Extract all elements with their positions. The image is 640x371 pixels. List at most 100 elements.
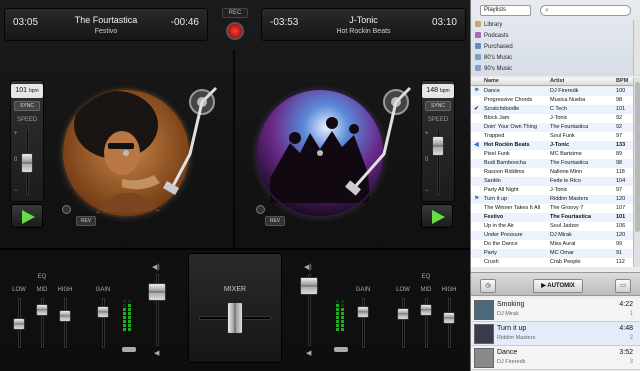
track-bpm: 98	[616, 160, 623, 166]
right-eq-mid-knob[interactable]	[420, 304, 432, 316]
right-volume-fader[interactable]	[300, 277, 318, 295]
deck-left-pitch-fader[interactable]	[21, 153, 33, 173]
track-row[interactable]: Trapped Soul Funk 97	[471, 132, 633, 141]
track-row[interactable]: Up in the Air Soul Jadzer 106	[471, 222, 633, 231]
right-volume-icon: ◀)	[304, 264, 312, 271]
track-table-header: Name Artist BPM	[471, 78, 633, 86]
right-vu-meter-b	[341, 300, 344, 332]
track-row[interactable]: Santilo Fede le Rico 104	[471, 177, 633, 186]
deck-left-cue-button[interactable]	[62, 205, 71, 214]
search-input[interactable]: ⌕	[540, 5, 631, 16]
deck-right-tonearm[interactable]	[344, 84, 424, 204]
left-eq-mid-label: MID	[36, 287, 48, 293]
track-row[interactable]: Under Pressure DJ Mirak 120	[471, 231, 633, 240]
clock-button[interactable]: ◷	[480, 279, 496, 293]
right-gain-knob[interactable]	[357, 306, 369, 318]
track-name: Doin' Your Own Thing	[484, 124, 537, 130]
source-item-80s-music[interactable]: 80's Music	[475, 53, 512, 63]
track-row[interactable]: Block Jam J-Tonic 92	[471, 114, 633, 123]
track-bpm: 92	[616, 115, 623, 121]
track-row[interactable]: ⚑ Dance DJ Fireredk 100	[471, 87, 633, 96]
right-eq-low-label: LOW	[396, 287, 410, 293]
column-bpm[interactable]: BPM	[616, 78, 628, 84]
source-item-purchased[interactable]: Purchased	[475, 42, 513, 52]
deck-left-bpm-unit: bpm	[28, 88, 39, 94]
deck-right-bpm: 148 bpm	[422, 84, 454, 98]
track-row[interactable]: Festivo The Fourtastica 101	[471, 213, 633, 222]
track-list-scrollbar[interactable]	[633, 78, 640, 267]
queue-duration: 4:48	[619, 325, 633, 332]
source-item-90s-music[interactable]: 90's Music	[475, 64, 512, 74]
track-row[interactable]: ◀ Hot Rockin Beats J-Tonic 133	[471, 141, 633, 150]
source-item-label: 90's Music	[484, 66, 513, 72]
left-vu-toggle[interactable]	[122, 347, 136, 352]
queue-count: 1	[629, 311, 633, 317]
track-artist: J-Tonic	[550, 187, 568, 193]
track-artist: DJ Mirak	[550, 232, 572, 238]
crossfader[interactable]	[227, 302, 243, 334]
track-bpm: 107	[616, 205, 626, 211]
deck-right-rev-button[interactable]: REV	[265, 216, 285, 226]
track-bpm: 99	[616, 241, 623, 247]
deck-right-cue-button[interactable]	[256, 205, 265, 214]
track-bpm: 133	[616, 142, 626, 148]
deck-left-tonearm[interactable]	[150, 84, 230, 204]
scrollbar-thumb[interactable]	[635, 82, 640, 232]
column-artist[interactable]: Artist	[550, 78, 564, 84]
track-row[interactable]: Rasoon Riddims Nallorie Minn 118	[471, 168, 633, 177]
track-row[interactable]: Party All Night J-Tonic 97	[471, 186, 633, 195]
track-row[interactable]: Budi Bamboocha The Fourtastica 98	[471, 159, 633, 168]
track-row[interactable]: Party MC Omar 91	[471, 249, 633, 258]
deck-right-pitch-fader[interactable]	[432, 136, 444, 156]
source-item-library[interactable]: Library	[475, 20, 502, 30]
itunes-panel: Playlists ⌕ Library Podcasts Purchased 8…	[470, 0, 640, 371]
record-button[interactable]	[226, 22, 244, 40]
deck-left-sync-button[interactable]: SYNC	[14, 101, 40, 111]
source-scrollbar[interactable]	[633, 20, 640, 75]
right-eq-high-knob[interactable]	[443, 312, 455, 324]
track-row[interactable]: Do the Dance Miss Aural 99	[471, 240, 633, 249]
column-name[interactable]: Name	[484, 78, 499, 84]
track-name: Turn it up	[484, 196, 508, 202]
track-row[interactable]: ✔ Scratchdoodle C Tech 101	[471, 105, 633, 114]
search-icon: ⌕	[545, 7, 549, 14]
deck-right-speed-label: SPEED	[427, 117, 449, 123]
queue-count: 2	[629, 335, 633, 341]
right-vu-toggle[interactable]	[334, 347, 348, 352]
deck-left-play-button[interactable]	[11, 204, 43, 228]
track-artist: The Fourtastica	[550, 124, 589, 130]
clock-icon: ◷	[485, 283, 491, 289]
queue-item[interactable]: Smoking DJ Mirak 4:22 1	[471, 298, 640, 322]
left-volume-fader[interactable]	[148, 283, 166, 301]
deck-right-pitch-plus: +	[425, 131, 429, 137]
left-gain-knob[interactable]	[97, 306, 109, 318]
playlist-icon	[475, 54, 481, 60]
automix-button[interactable]: ▶ AUTOMIX	[533, 279, 583, 293]
source-select[interactable]: Playlists	[480, 5, 531, 16]
track-row[interactable]: Crush Crab People 112	[471, 258, 633, 267]
right-eq-low-knob[interactable]	[397, 308, 409, 320]
deck-right-play-button[interactable]	[421, 204, 453, 228]
left-eq-low-knob[interactable]	[13, 318, 25, 330]
track-row[interactable]: Doin' Your Own Thing The Fourtastica 92	[471, 123, 633, 132]
deck-left-pitch-zero: 0	[14, 157, 18, 163]
track-name: Pixel Funk	[484, 151, 510, 157]
track-row[interactable]: Progressive Chords Musica Nueba 98	[471, 96, 633, 105]
source-item-podcasts[interactable]: Podcasts	[475, 31, 509, 41]
deck-left-rev-button[interactable]: REV	[76, 216, 96, 226]
track-row[interactable]: The Winner Takes It All The Groovy 7 107	[471, 204, 633, 213]
queue-artist: DJ Mirak	[497, 311, 519, 317]
queue-item[interactable]: Turn it up Riddim Masters 4:48 2	[471, 322, 640, 346]
deck-right-sync-button[interactable]: SYNC	[425, 101, 451, 111]
deck-right-pitch-panel: 148 bpm SYNC SPEED + 0 −	[421, 80, 455, 202]
track-name: Santilo	[484, 178, 501, 184]
track-row[interactable]: Pixel Funk MC Bartsime 89	[471, 150, 633, 159]
queue-item[interactable]: Dance DJ Fireredk 3:52 3	[471, 346, 640, 370]
left-eq-high-knob[interactable]	[59, 310, 71, 322]
track-row[interactable]: ⚑ Turn it up Riddim Masters 120	[471, 195, 633, 204]
rec-control: REC	[222, 8, 248, 48]
left-eq-mid-knob[interactable]	[36, 304, 48, 316]
track-artist: DJ Fireredk	[550, 88, 579, 94]
queue-button[interactable]: ▭	[615, 279, 631, 293]
right-volume-down-icon: ◀	[306, 350, 312, 357]
